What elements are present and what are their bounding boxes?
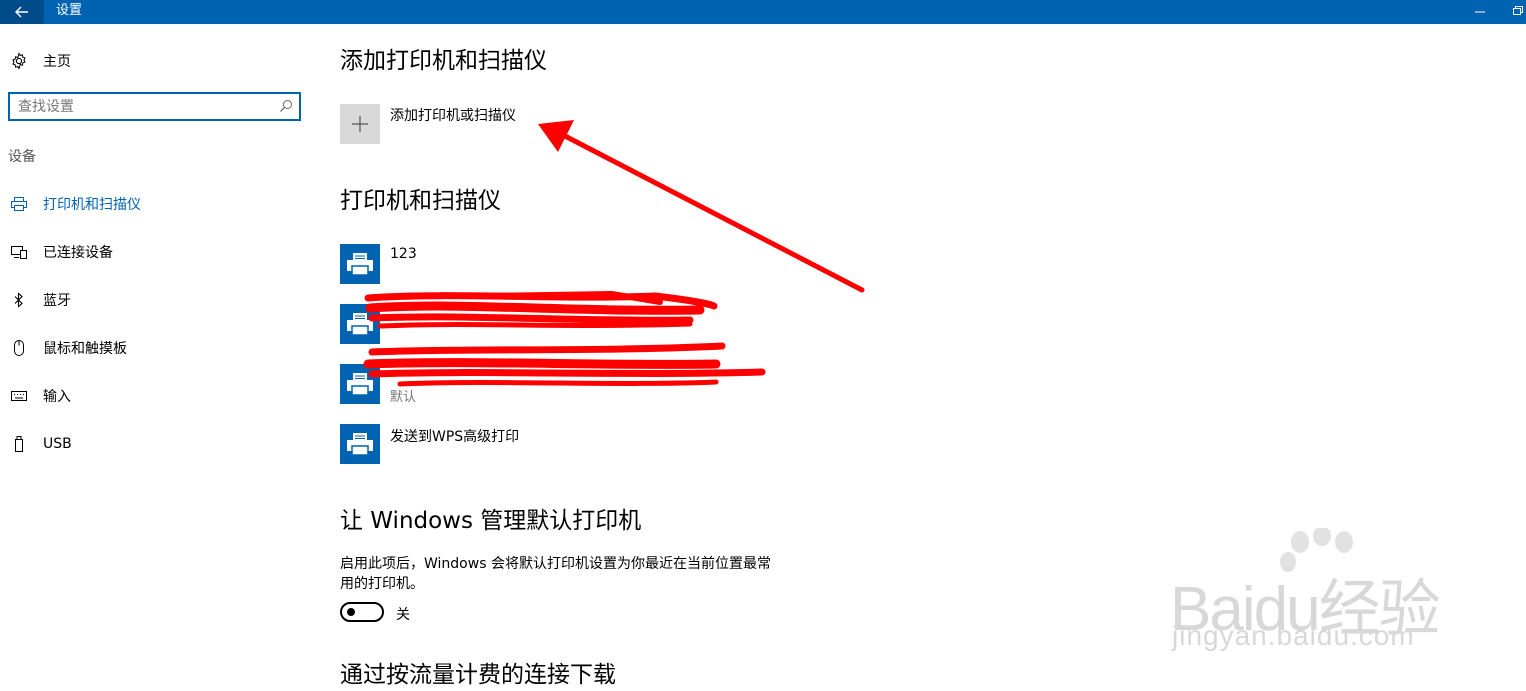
add-printer-label[interactable]: 添加打印机或扫描仪 bbox=[390, 105, 516, 125]
search-box[interactable] bbox=[8, 92, 301, 121]
printer-tile bbox=[340, 304, 380, 344]
sidebar-item-label: 蓝牙 bbox=[43, 293, 71, 309]
sidebar-item-printers[interactable]: 打印机和扫描仪 bbox=[10, 192, 141, 216]
sidebar-section-label: 设备 bbox=[8, 149, 36, 165]
search-icon[interactable] bbox=[279, 99, 293, 113]
usb-icon bbox=[15, 436, 23, 452]
printer-name: 123 bbox=[390, 246, 417, 262]
sidebar-item-bluetooth[interactable]: 蓝牙 bbox=[10, 288, 71, 312]
printer-tile bbox=[340, 364, 380, 404]
printer-icon bbox=[347, 313, 373, 336]
printers-section-title: 打印机和扫描仪 bbox=[340, 188, 501, 214]
printer-name: 发送到WPS高级打印 bbox=[390, 429, 520, 445]
printer-item[interactable]: 123 bbox=[340, 244, 780, 288]
printer-icon bbox=[347, 373, 373, 396]
printer-status: 默认 bbox=[390, 390, 417, 405]
back-button[interactable] bbox=[0, 0, 44, 24]
sidebar-item-label: 打印机和扫描仪 bbox=[43, 197, 141, 213]
printer-item[interactable]: 发送到WPS高级打印 bbox=[340, 424, 780, 468]
printer-item[interactable] bbox=[340, 304, 780, 348]
sidebar-item-connected-devices[interactable]: 已连接设备 bbox=[10, 240, 113, 264]
back-arrow-icon bbox=[15, 6, 28, 18]
minimize-icon bbox=[1475, 11, 1485, 13]
sidebar-item-label: 鼠标和触摸板 bbox=[43, 341, 127, 357]
home-label: 主页 bbox=[43, 54, 71, 70]
printer-icon bbox=[347, 433, 373, 456]
sidebar-item-mouse[interactable]: 鼠标和触摸板 bbox=[10, 336, 127, 360]
default-printer-description: 启用此项后，Windows 会将默认打印机设置为你最近在当前位置最常用的打印机。 bbox=[340, 556, 771, 592]
bluetooth-icon bbox=[14, 292, 23, 308]
printer-tile bbox=[340, 244, 380, 284]
window-title: 设置 bbox=[56, 3, 83, 18]
sidebar-item-label: USB bbox=[43, 436, 72, 452]
printer-icon bbox=[11, 197, 27, 211]
default-printer-section-title: 让 Windows 管理默认打印机 bbox=[340, 508, 642, 534]
connected-devices-icon bbox=[11, 246, 27, 259]
sidebar-item-input[interactable]: 输入 bbox=[10, 384, 71, 408]
toggle-state-label: 关 bbox=[396, 607, 410, 623]
minimize-button[interactable] bbox=[1474, 0, 1486, 22]
search-input[interactable] bbox=[18, 97, 268, 116]
baidu-watermark: Baidu经验 jingyan.baidu.com bbox=[1170, 528, 1470, 658]
printer-tile bbox=[340, 424, 380, 464]
toggle-knob bbox=[347, 608, 355, 616]
sidebar-home[interactable]: 主页 bbox=[10, 50, 71, 72]
mouse-icon bbox=[14, 340, 24, 356]
keyboard-icon bbox=[11, 391, 27, 401]
restore-button[interactable] bbox=[1512, 0, 1524, 22]
gear-icon bbox=[12, 52, 26, 70]
default-printer-toggle[interactable] bbox=[340, 602, 384, 622]
watermark-url: jingyan.baidu.com bbox=[1172, 620, 1415, 651]
printer-item[interactable]: 默认 bbox=[340, 364, 780, 408]
printer-icon bbox=[347, 253, 373, 276]
add-section-title: 添加打印机和扫描仪 bbox=[340, 48, 547, 74]
title-bar: 设置 bbox=[0, 0, 1526, 24]
sidebar-item-label: 输入 bbox=[43, 389, 71, 405]
sidebar-item-label: 已连接设备 bbox=[43, 245, 113, 261]
plus-icon bbox=[352, 116, 368, 132]
metered-section-title: 通过按流量计费的连接下载 bbox=[340, 662, 616, 688]
add-printer-button[interactable] bbox=[340, 104, 380, 144]
restore-icon bbox=[1513, 6, 1523, 15]
sidebar-item-usb[interactable]: USB bbox=[10, 432, 72, 456]
